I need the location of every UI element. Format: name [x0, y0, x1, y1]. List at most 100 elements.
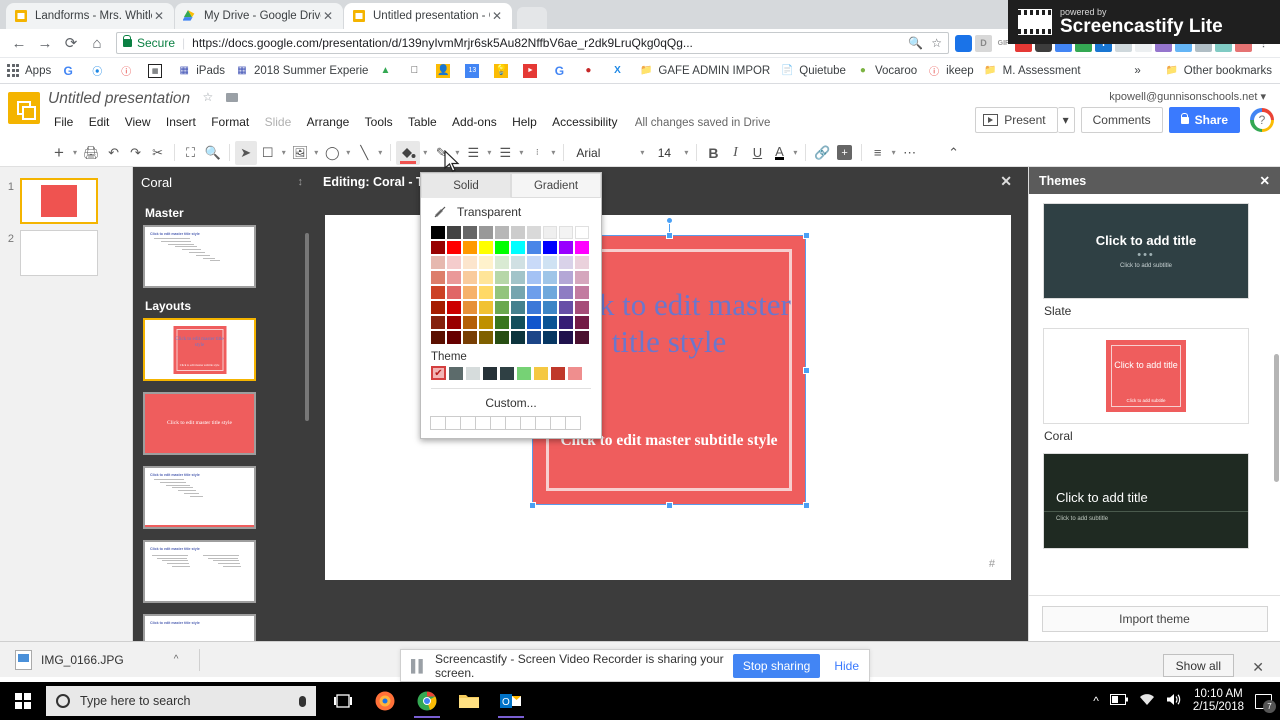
bold-button[interactable]: B	[702, 141, 724, 165]
browser-tab-0[interactable]: Landforms - Mrs. Whitley ✕	[6, 3, 174, 29]
layout-thumbnail-4[interactable]: Click to edit master title style	[143, 614, 256, 641]
text-box-dropdown-icon[interactable]: ▾	[279, 148, 289, 157]
selected-theme-swatch[interactable]: ✔	[431, 366, 446, 380]
font-family-select[interactable]: Arial	[569, 142, 637, 164]
custom-color-slot[interactable]	[535, 416, 551, 430]
line-dropdown-icon[interactable]: ▾	[375, 148, 385, 157]
master-panel-scrollbar[interactable]	[305, 233, 309, 421]
color-swatch[interactable]	[527, 301, 541, 314]
menu-addons[interactable]: Add-ons	[446, 112, 503, 132]
custom-color-slot[interactable]	[475, 416, 491, 430]
align-button[interactable]: ≡	[867, 141, 889, 165]
star-icon[interactable]: ☆	[203, 90, 214, 104]
taskbar-search-input[interactable]: Type here to search	[46, 686, 316, 716]
slide-list-item[interactable]: 1	[0, 175, 132, 227]
show-all-downloads-button[interactable]: Show all	[1162, 654, 1234, 677]
close-downloads-bar-icon[interactable]: ✕	[1252, 659, 1264, 676]
color-swatch[interactable]	[511, 226, 525, 239]
color-swatch[interactable]	[447, 316, 461, 329]
forward-button[interactable]: →	[32, 30, 58, 56]
page-title[interactable]: Untitled presentation	[48, 90, 190, 108]
image-dropdown-icon[interactable]: ▾	[311, 148, 321, 157]
custom-color-slot[interactable]	[460, 416, 476, 430]
menu-arrange[interactable]: Arrange	[301, 112, 356, 132]
color-swatch[interactable]	[511, 331, 525, 344]
share-button[interactable]: Share	[1168, 107, 1240, 133]
color-swatch[interactable]	[431, 301, 445, 314]
custom-color-slot[interactable]	[565, 416, 581, 430]
bookmark-excel[interactable]: X	[610, 64, 629, 78]
line-type-dropdown-icon[interactable]: ▾	[548, 148, 558, 157]
bookmark-ikeep[interactable]: ⓘ ikeep	[927, 64, 974, 79]
color-swatch[interactable]	[495, 241, 509, 254]
sort-icon[interactable]: ↕	[298, 176, 304, 188]
resize-handle-e[interactable]	[803, 367, 810, 374]
theme-card-slate[interactable]: Click to add title ••• Click to add subt…	[1043, 203, 1249, 299]
resize-handle-n[interactable]	[666, 232, 673, 239]
color-swatch[interactable]	[559, 286, 573, 299]
color-swatch[interactable]	[527, 331, 541, 344]
theme-card-third[interactable]: Click to add title Click to add subtitle	[1043, 453, 1249, 549]
color-swatch[interactable]	[559, 301, 573, 314]
tab-close-icon[interactable]: ✕	[152, 9, 166, 23]
wifi-icon[interactable]	[1139, 693, 1155, 709]
color-swatch[interactable]	[559, 256, 573, 269]
redo-button[interactable]: ↷	[125, 141, 147, 165]
bookmark-ipads[interactable]: ▦ iPads	[177, 64, 225, 78]
color-swatch[interactable]	[479, 226, 493, 239]
shape-dropdown-icon[interactable]: ▾	[343, 148, 353, 157]
color-swatch[interactable]	[447, 241, 461, 254]
color-swatch[interactable]	[543, 241, 557, 254]
bookmark-contacts[interactable]: 👤	[436, 63, 455, 78]
color-swatch[interactable]	[559, 226, 573, 239]
color-swatch[interactable]	[527, 271, 541, 284]
file-explorer-icon[interactable]	[450, 684, 488, 718]
menu-file[interactable]: File	[48, 112, 79, 132]
custom-color-button[interactable]: Custom...	[421, 389, 601, 416]
taskbar-clock[interactable]: 10:10 AM 2/15/2018	[1193, 688, 1244, 714]
theme-card-coral[interactable]: Click to add title Click to add subtitle	[1043, 328, 1249, 424]
custom-color-slot[interactable]	[445, 416, 461, 430]
theme-color-swatch[interactable]	[517, 366, 531, 380]
text-box-button[interactable]: ☐	[257, 141, 279, 165]
color-swatch[interactable]	[511, 301, 525, 314]
underline-button[interactable]: U	[746, 141, 768, 165]
color-swatch[interactable]	[527, 286, 541, 299]
border-color-button[interactable]: ✎	[430, 141, 452, 165]
text-color-button[interactable]: A	[768, 141, 790, 165]
themes-scrollbar[interactable]	[1274, 354, 1279, 482]
bookmarks-overflow[interactable]: »	[1134, 65, 1140, 77]
color-swatch[interactable]	[495, 316, 509, 329]
color-swatch[interactable]	[543, 301, 557, 314]
color-swatch[interactable]	[511, 271, 525, 284]
color-swatch[interactable]	[543, 271, 557, 284]
hide-share-bar-button[interactable]: Hide	[834, 659, 859, 673]
reload-button[interactable]: ⟳	[58, 30, 84, 56]
paint-format-button[interactable]: ✂	[147, 141, 169, 165]
color-swatch[interactable]	[463, 256, 477, 269]
color-swatch[interactable]	[463, 331, 477, 344]
collapse-toolbar-button[interactable]: ⌃	[943, 141, 965, 165]
theme-color-swatch[interactable]	[534, 366, 548, 380]
tray-expand-icon[interactable]: ^	[1093, 694, 1099, 708]
master-thumbnail[interactable]: Click to edit master title style	[143, 225, 256, 288]
color-swatch[interactable]	[511, 256, 525, 269]
account-email[interactable]: kpowell@gunnisonschools.net ▾	[975, 84, 1274, 103]
line-button[interactable]: ╲	[353, 141, 375, 165]
color-swatch[interactable]	[527, 256, 541, 269]
color-swatch[interactable]	[463, 301, 477, 314]
color-swatch[interactable]	[463, 316, 477, 329]
tab-close-icon[interactable]: ✕	[490, 9, 504, 23]
bookmark-maps[interactable]: ●	[581, 64, 600, 78]
bookmark-qr[interactable]: ▦	[148, 63, 167, 78]
color-swatch[interactable]	[527, 226, 541, 239]
font-size-dropdown-icon[interactable]: ▾	[681, 148, 691, 157]
menu-tools[interactable]: Tools	[359, 112, 399, 132]
download-item[interactable]: IMG_0166.JPG ^	[14, 649, 179, 671]
select-tool-button[interactable]: ➤	[234, 140, 257, 165]
new-tab-button[interactable]	[517, 7, 547, 29]
color-swatch[interactable]	[575, 301, 589, 314]
color-swatch[interactable]	[495, 331, 509, 344]
color-swatch[interactable]	[511, 316, 525, 329]
color-swatch[interactable]	[463, 286, 477, 299]
